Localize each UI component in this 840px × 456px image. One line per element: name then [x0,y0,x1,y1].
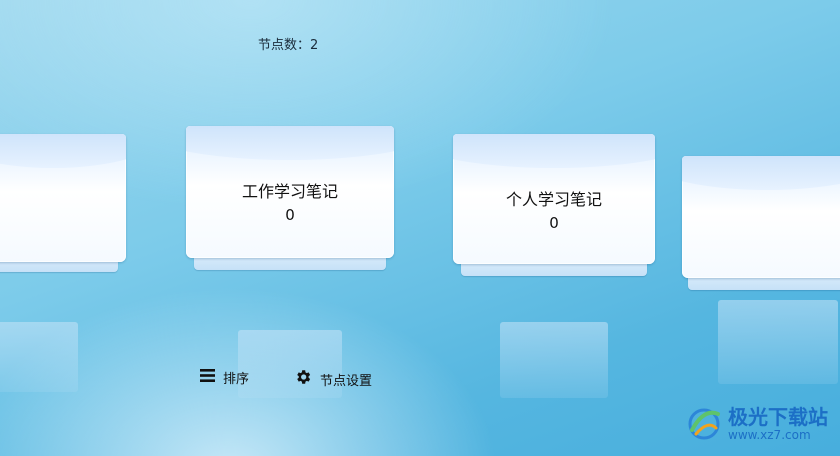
folder-card-2[interactable]: 个人学习笔记 0 [453,134,655,280]
folder-name: 个人学习笔记 [505,190,602,209]
folder-count: 0 [285,206,295,224]
folder-reflection [718,300,838,384]
watermark-url: www.xz7.com [728,428,811,442]
node-count: 节点数：2 [258,38,319,53]
folder-reflection [500,322,608,398]
folder-name: 工作学习笔记 [241,182,338,201]
folder-count: 0 [549,214,559,232]
gear-icon [294,368,312,390]
node-settings-button[interactable]: 节点设置 [294,368,372,390]
folder-card-3[interactable] [682,156,840,296]
folder-reflection [0,322,78,392]
sort-label: 排序 [223,372,250,387]
aurora-swirl-icon [684,402,724,446]
folder-card-1[interactable]: 工作学习笔记 0 [186,126,394,276]
node-settings-label: 节点设置 [320,373,373,389]
sort-button[interactable]: 排序 [200,368,249,387]
folder-card-0[interactable] [0,134,126,274]
watermark-brand: 极光下载站 [728,405,828,429]
menu-lines-icon [200,368,215,387]
watermark-logo: 极光下载站 www.xz7.com [684,402,828,446]
